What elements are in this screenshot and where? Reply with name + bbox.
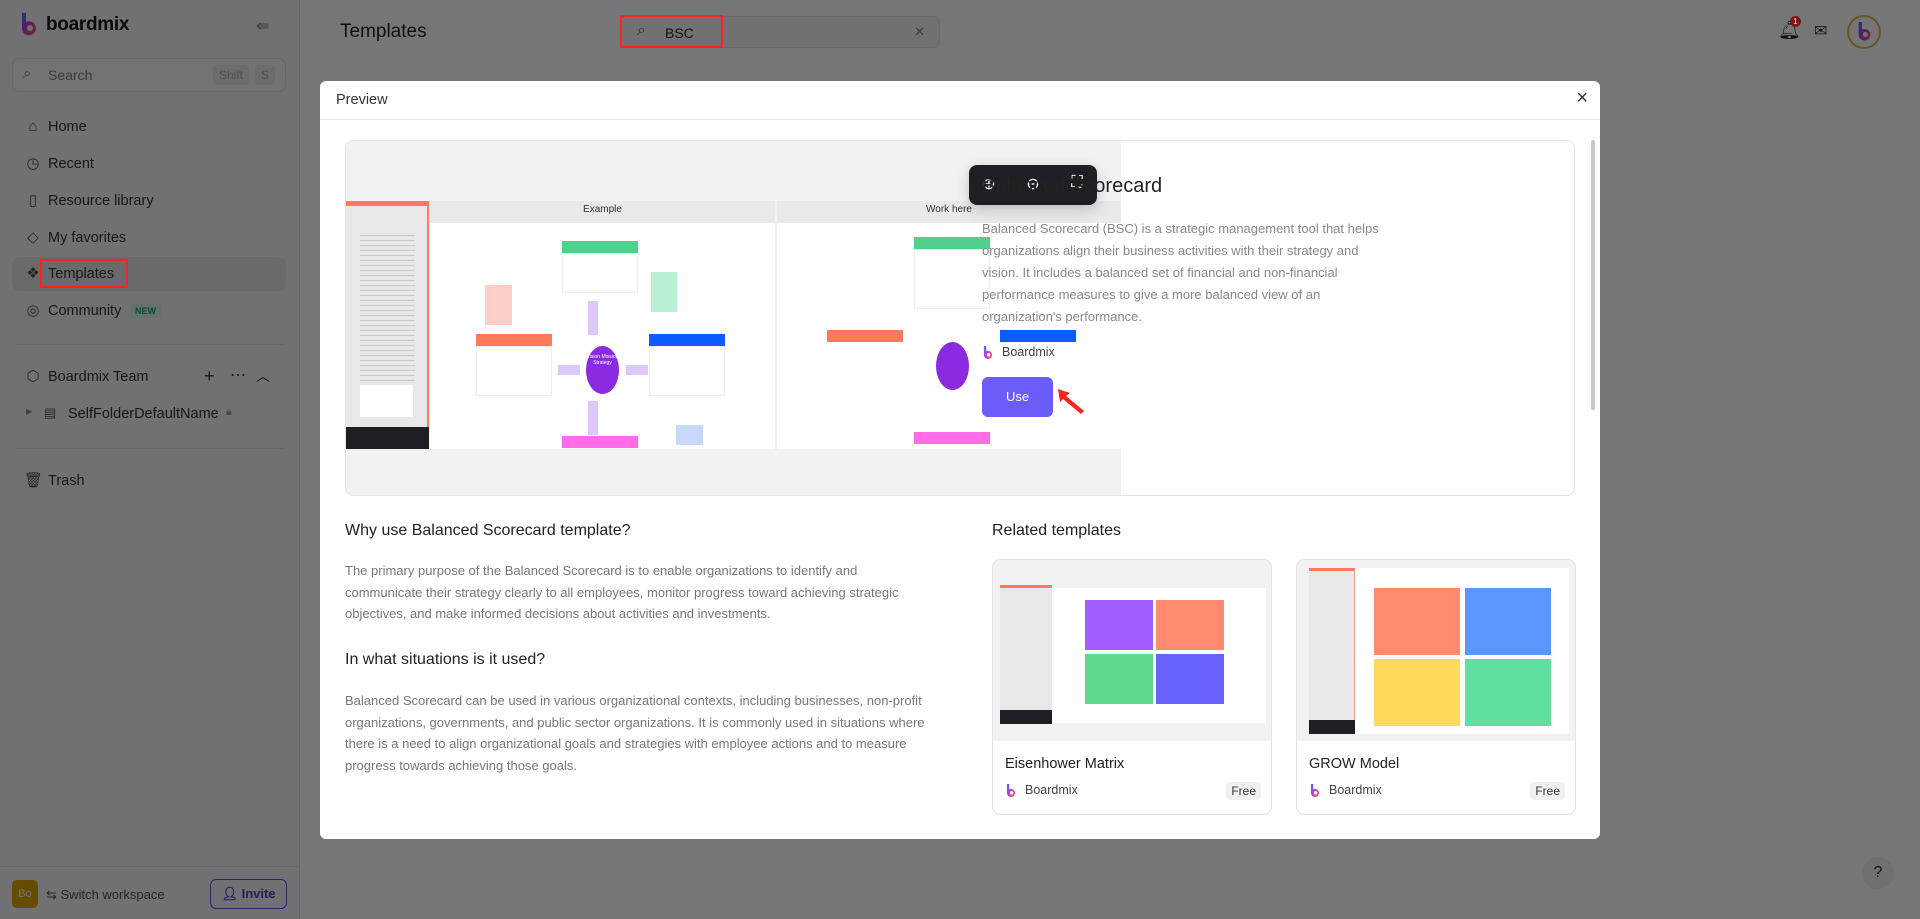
sidebar-item-trash[interactable]: 🗑︎ Trash	[12, 464, 286, 498]
collapse-sidebar-icon[interactable]: ⇚	[256, 16, 269, 36]
sidebar-item-label: Trash	[48, 473, 85, 489]
sidebar-item-label: Community	[48, 303, 122, 319]
situations-text: Balanced Scorecard can be used in variou…	[345, 693, 925, 773]
clear-search-icon[interactable]: ✕	[914, 24, 925, 40]
trash-icon: 🗑︎	[24, 472, 44, 489]
workspace-avatar[interactable]: Bo	[12, 880, 38, 908]
app-name: boardmix	[46, 14, 130, 35]
why-text: The primary purpose of the Balanced Scor…	[345, 563, 899, 621]
folder-name: SelfFolderDefaultName	[68, 406, 219, 422]
preview-modal: Preview × Example Work here Vision Missi…	[320, 81, 1600, 839]
sidebar-item-label: Home	[48, 119, 87, 135]
template-author: Boardmix	[982, 345, 1055, 360]
related-template-card[interactable]: GROW Model Boardmix Free	[1296, 559, 1576, 815]
template-name: Eisenhower Matrix	[1005, 756, 1125, 772]
folder-item[interactable]: ▶ ▤ SelfFolderDefaultName 🔒︎	[12, 397, 286, 431]
sidebar-item-my-favorites[interactable]: ◇ My favorites	[12, 221, 286, 255]
template-thumbnail	[1297, 560, 1575, 741]
search-icon: ⌕	[23, 65, 32, 82]
switch-workspace-button[interactable]: ⇆ Switch workspace	[46, 887, 165, 903]
invite-label: Invite	[241, 886, 276, 901]
sidebar-item-community[interactable]: ◎ Community NEW	[12, 294, 286, 328]
divider	[16, 344, 284, 345]
sidebar-item-label: Resource library	[48, 193, 154, 209]
modal-title: Preview	[336, 92, 388, 108]
work-here-label: Work here	[926, 204, 972, 215]
new-badge: NEW	[130, 304, 161, 318]
tag-icon: ◇	[27, 229, 39, 246]
help-button[interactable]: ?	[1862, 857, 1894, 889]
caret-right-icon[interactable]: ▶	[26, 407, 32, 416]
add-icon[interactable]: +	[204, 366, 215, 387]
notification-count: 1	[1790, 16, 1801, 27]
template-author: Boardmix	[1309, 783, 1382, 798]
scrollbar[interactable]	[1591, 140, 1595, 410]
clock-icon: ◷	[26, 155, 40, 172]
home-icon: ⌂	[28, 118, 38, 135]
shortcut-key: Shift	[213, 65, 250, 85]
user-add-icon: 👤︎	[221, 886, 238, 901]
user-avatar[interactable]	[1847, 15, 1881, 49]
author-name: Boardmix	[1025, 783, 1078, 797]
sidebar-item-home[interactable]: ⌂ Home	[12, 110, 286, 144]
related-template-card[interactable]: Eisenhower Matrix Boardmix Free	[992, 559, 1272, 815]
annotation-arrow-icon	[1058, 389, 1084, 414]
divider	[320, 119, 1600, 120]
template-author: Boardmix	[1005, 783, 1078, 798]
sidebar-item-resource-library[interactable]: ▯ Resource library	[12, 184, 286, 218]
divider	[0, 866, 300, 867]
situations-heading: In what situations is it used?	[345, 651, 546, 668]
sidebar: boardmix ⇚ ⌕ Search Shift S ⌂ Home ◷ Recen…	[0, 0, 300, 919]
folder-icon: ▤	[44, 405, 57, 420]
sidebar-search[interactable]: ⌕ Search Shift S	[12, 58, 286, 92]
search-placeholder: Search	[48, 67, 93, 83]
price-badge: Free	[1530, 782, 1565, 800]
invite-button[interactable]: 👤︎ Invite	[210, 879, 287, 909]
author-name: Boardmix	[1329, 783, 1382, 797]
page-title: Templates	[340, 21, 427, 42]
template-thumbnail	[993, 560, 1271, 741]
shortcut-key: S	[255, 65, 276, 85]
notification-bell-icon[interactable]: 🔔︎ 1	[1778, 16, 1801, 41]
related-heading: Related templates	[992, 522, 1121, 539]
sidebar-item-recent[interactable]: ◷ Recent	[12, 147, 286, 181]
example-label: Example	[583, 204, 622, 215]
why-heading: Why use Balanced Scorecard template?	[345, 522, 631, 539]
annotation-box	[620, 15, 723, 48]
price-badge: Free	[1226, 782, 1261, 800]
template-name: GROW Model	[1309, 756, 1400, 772]
boardmix-logo-icon	[1309, 783, 1321, 798]
template-title: Balanced Scorecard	[982, 175, 1163, 197]
team-name: Boardmix Team	[48, 369, 149, 385]
use-template-button[interactable]: Use	[982, 377, 1053, 417]
inbox-icon[interactable]: ✉	[1814, 21, 1827, 41]
boardmix-logo-icon	[21, 13, 36, 36]
boardmix-logo-icon	[1005, 783, 1017, 798]
lock-icon: 🔒︎	[226, 406, 232, 418]
divider	[16, 448, 284, 449]
team-row[interactable]: ⬡ Boardmix Team + ⋯ ︿	[12, 360, 286, 394]
boardmix-logo-icon	[982, 345, 994, 360]
annotation-box	[40, 259, 128, 288]
planet-icon: ◎	[26, 302, 40, 319]
sidebar-item-label: Recent	[48, 156, 94, 172]
close-icon[interactable]: ×	[1576, 87, 1588, 110]
more-icon[interactable]: ⋯	[230, 365, 246, 385]
author-name: Boardmix	[1002, 345, 1055, 359]
center-label: Vision Mission Strategy	[586, 354, 619, 366]
template-description: Balanced Scorecard (BSC) is a strategic …	[982, 221, 1379, 324]
library-icon: ▯	[28, 192, 38, 209]
chevron-up-icon[interactable]: ︿	[256, 366, 270, 386]
sidebar-item-label: My favorites	[48, 230, 127, 246]
cube-icon: ⬡	[26, 368, 40, 385]
template-preview-card: Example Work here Vision Mission Strateg…	[345, 140, 1575, 496]
